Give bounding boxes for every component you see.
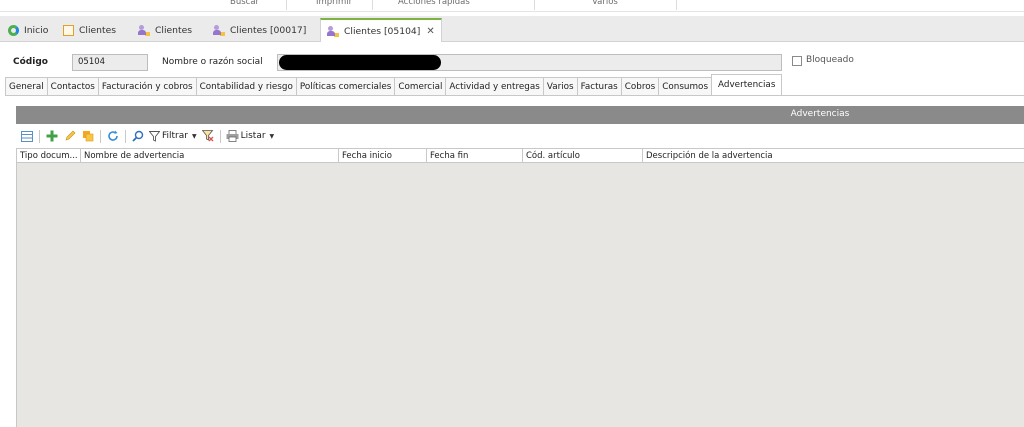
tab-facturas[interactable]: Facturas xyxy=(576,77,621,96)
filter-icon xyxy=(149,130,160,142)
copy-icon[interactable] xyxy=(81,129,95,143)
add-icon[interactable] xyxy=(45,129,59,143)
codigo-label: Código xyxy=(13,57,48,67)
tab-contactos[interactable]: Contactos xyxy=(46,77,98,96)
doc-tab-label: Inicio xyxy=(24,25,49,36)
tab-advertencias[interactable]: Advertencias xyxy=(711,74,783,95)
redaction-mark xyxy=(279,55,441,70)
doc-tab-inicio[interactable]: Inicio xyxy=(2,19,54,42)
doc-tab-clientes-list[interactable]: Clientes xyxy=(57,19,122,42)
toolbar-separator xyxy=(100,129,101,143)
tab-politicas-comerciales[interactable]: Políticas comerciales xyxy=(295,77,395,96)
filtrar-button[interactable]: Filtrar ▼ xyxy=(149,130,197,142)
toolbar-separator xyxy=(125,129,126,143)
bloqueado-label: Bloqueado xyxy=(806,55,854,65)
ribbon-group-imprimir: Imprimir xyxy=(316,0,353,7)
refresh-icon[interactable] xyxy=(106,129,120,143)
home-icon xyxy=(8,25,19,36)
tab-varios[interactable]: Varios xyxy=(542,77,577,96)
user-icon xyxy=(327,25,339,37)
panel-title: Advertencias xyxy=(16,106,1024,124)
bloqueado-checkbox[interactable] xyxy=(792,56,802,66)
doc-tab-label: Clientes [05104] xyxy=(344,25,421,37)
toolbar-separator xyxy=(219,129,221,143)
doc-tab-label: Clientes xyxy=(79,25,117,36)
user-icon xyxy=(213,25,225,36)
user-icon xyxy=(138,25,150,36)
column-header-cod-articulo[interactable]: Cód. artículo xyxy=(523,149,643,163)
listar-label: Listar xyxy=(240,131,266,141)
grid-toolbar: Filtrar ▼ Listar ▼ xyxy=(16,126,1024,146)
search-icon[interactable] xyxy=(131,129,145,143)
tab-general[interactable]: General xyxy=(5,77,47,96)
print-icon xyxy=(226,130,239,142)
chevron-down-icon: ▼ xyxy=(269,132,275,140)
ribbon-separator xyxy=(372,0,373,10)
column-header-descripcion[interactable]: Descripción de la advertencia xyxy=(643,149,1024,163)
document-icon xyxy=(63,25,74,36)
ribbon-group-acciones-rapidas: Acciones rápidas xyxy=(398,0,470,7)
column-header-fecha-inicio[interactable]: Fecha inicio xyxy=(339,149,427,163)
codigo-field[interactable]: 05104 xyxy=(72,54,148,71)
tab-divider xyxy=(5,95,1024,96)
chevron-down-icon: ▼ xyxy=(191,132,197,140)
tab-comercial[interactable]: Comercial xyxy=(394,77,446,96)
ribbon-separator xyxy=(534,0,535,10)
doc-tab-label: Clientes [00017] xyxy=(230,25,307,36)
ribbon-group-buscar: Buscar xyxy=(230,0,260,7)
doc-tab-clientes-00017[interactable]: Clientes [00017] xyxy=(207,19,312,42)
close-icon[interactable]: ✕ xyxy=(426,26,434,37)
ribbon-separator xyxy=(676,0,677,10)
tab-contabilidad-y-riesgo[interactable]: Contabilidad y riesgo xyxy=(195,77,296,96)
filtrar-label: Filtrar xyxy=(162,131,188,141)
clear-filter-icon[interactable] xyxy=(201,129,215,143)
grid-header: Tipo docum... Nombre de advertencia Fech… xyxy=(17,148,1024,163)
ribbon-group-varios: Varios xyxy=(592,0,618,7)
ribbon-group-labels: Buscar Imprimir Acciones rápidas Varios xyxy=(0,0,1024,12)
tab-cobros[interactable]: Cobros xyxy=(620,77,659,96)
doc-tab-label: Clientes xyxy=(155,25,193,36)
tab-consumos[interactable]: Consumos xyxy=(658,77,712,96)
tab-facturacion-y-cobros[interactable]: Facturación y cobros xyxy=(97,77,196,96)
section-tab-bar: General Contactos Facturación y cobros C… xyxy=(5,74,783,96)
listar-button[interactable]: Listar ▼ xyxy=(226,130,275,142)
grid-view-icon[interactable] xyxy=(20,129,34,143)
nombre-label: Nombre o razón social xyxy=(162,57,263,67)
ribbon-separator xyxy=(286,0,287,10)
doc-tab-clientes-05104[interactable]: Clientes [05104] ✕ xyxy=(320,18,442,42)
column-header-nombre-advertencia[interactable]: Nombre de advertencia xyxy=(81,149,339,163)
edit-icon[interactable] xyxy=(63,129,77,143)
column-header-fecha-fin[interactable]: Fecha fin xyxy=(427,149,523,163)
advertencias-grid[interactable]: Tipo docum... Nombre de advertencia Fech… xyxy=(16,148,1024,427)
toolbar-separator xyxy=(39,129,40,143)
doc-tab-clientes[interactable]: Clientes xyxy=(132,19,198,42)
column-header-tipo-documento[interactable]: Tipo docum... xyxy=(17,149,81,163)
tab-actividad-y-entregas[interactable]: Actividad y entregas xyxy=(445,77,543,96)
document-tab-bar: Inicio Clientes Clientes Clientes [00017… xyxy=(0,16,1024,42)
